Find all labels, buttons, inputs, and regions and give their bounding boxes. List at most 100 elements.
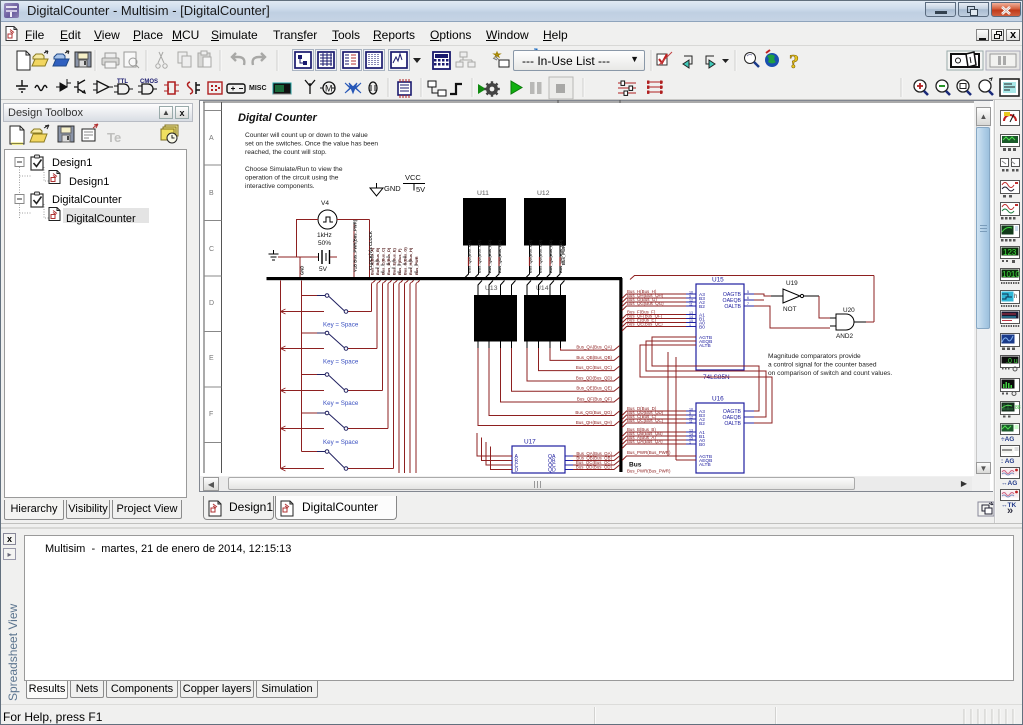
svg-text:Design1: Design1 xyxy=(52,157,92,169)
svg-text:h: h xyxy=(1014,294,1017,300)
svg-text:?: ? xyxy=(789,51,799,73)
svg-text:Bus_QE(Bus_QE): Bus_QE(Bus_QE) xyxy=(576,386,612,391)
svg-text:Bus_QA(Bus_QA): Bus_QA(Bus_QA) xyxy=(576,345,612,350)
svg-text:11: 11 xyxy=(689,419,693,423)
svg-text:U14: U14 xyxy=(536,285,549,292)
svg-text:V4: V4 xyxy=(321,200,329,207)
svg-text:Bus_QH(Bus_QH): Bus_QH(Bus_QH) xyxy=(576,420,613,425)
svg-text:1kHz: 1kHz xyxy=(317,232,332,239)
svg-text:Bus_QA(Bus_QA): Bus_QA(Bus_QA) xyxy=(627,439,663,444)
svg-text:50%: 50% xyxy=(318,240,331,247)
svg-text:Bus: Bus xyxy=(629,462,642,469)
svg-text:5V: 5V xyxy=(416,185,425,194)
svg-text:11: 11 xyxy=(689,302,693,306)
svg-text:C: C xyxy=(209,246,214,253)
svg-text:1010: 1010 xyxy=(1002,270,1020,279)
svg-text:on comparison of switch and co: on comparison of switch and count values… xyxy=(768,370,892,377)
svg-text:Bus_QD(Bus_QD): Bus_QD(Bus_QD) xyxy=(558,239,563,273)
svg-text:Bus_G(Bus_G): Bus_G(Bus_G) xyxy=(403,247,408,275)
svg-text:Bus_PWR(Bus_PWR): Bus_PWR(Bus_PWR) xyxy=(627,469,671,474)
svg-text:Counter will count up or down: Counter will count up or down to the val… xyxy=(245,132,368,139)
svg-text:Key = Space: Key = Space xyxy=(323,439,359,446)
svg-text:Key = Space: Key = Space xyxy=(323,322,359,329)
svg-text:V1B Bus_PWR(Bus_PWR): V1B Bus_PWR(Bus_PWR) xyxy=(353,219,358,272)
svg-text:Choose Simulate/Run to view th: Choose Simulate/Run to view the xyxy=(245,166,343,173)
svg-text:Bus_QD(Bus_QD): Bus_QD(Bus_QD) xyxy=(576,376,613,381)
svg-text:U15: U15 xyxy=(712,277,724,284)
svg-text:Bus_A(Bus_A): Bus_A(Bus_A) xyxy=(370,247,375,275)
svg-text:Bus_QE(Bus_QE): Bus_QE(Bus_QE) xyxy=(627,322,663,327)
svg-text:ALTB: ALTB xyxy=(699,343,711,349)
svg-text:Bus_QD(Bus_QD): Bus_QD(Bus_QD) xyxy=(548,239,553,273)
svg-text:operation of the circuit using: operation of the circuit using the xyxy=(245,175,339,182)
svg-text:U13: U13 xyxy=(485,285,498,292)
svg-text:B2: B2 xyxy=(699,304,705,310)
svg-text:÷AG: ÷AG xyxy=(1001,436,1014,443)
svg-text:AND2: AND2 xyxy=(836,333,853,340)
svg-text:Key = Space: Key = Space xyxy=(323,400,359,407)
svg-text:QD: QD xyxy=(548,468,556,474)
svg-text:Bus_QG(Bus_QG): Bus_QG(Bus_QG) xyxy=(627,301,664,306)
svg-text:5: 5 xyxy=(747,290,749,294)
svg-text:Bus_QC(Bus_QC): Bus_QC(Bus_QC) xyxy=(627,418,664,423)
svg-text:Digital Counter: Digital Counter xyxy=(238,112,318,124)
svg-text:U17: U17 xyxy=(524,439,536,446)
svg-text:Bus_QB(Bus_QB): Bus_QB(Bus_QB) xyxy=(576,355,612,360)
svg-text:reached, the count will stop.: reached, the count will stop. xyxy=(245,149,327,156)
svg-text:MISC: MISC xyxy=(249,85,267,92)
svg-text:DigitalCounter: DigitalCounter xyxy=(66,213,136,225)
svg-text:B2: B2 xyxy=(699,421,705,427)
svg-text:D: D xyxy=(209,300,214,307)
svg-text:Bus_QD(Bus_QD): Bus_QD(Bus_QD) xyxy=(528,239,533,273)
svg-text:U19: U19 xyxy=(786,280,798,287)
svg-text:DigitalCounter: DigitalCounter xyxy=(52,194,122,206)
svg-text:A: A xyxy=(209,135,214,142)
svg-text:OALTB: OALTB xyxy=(724,304,741,310)
svg-text:VCC: VCC xyxy=(405,173,421,182)
svg-text:B0: B0 xyxy=(699,324,705,330)
svg-text:1: 1 xyxy=(689,323,691,327)
svg-text:set on the switches. Once the: set on the switches. Once the value has … xyxy=(245,141,378,148)
svg-text:Bus_D(Bus_D): Bus_D(Bus_D) xyxy=(386,247,391,275)
svg-text:Bus_F(Bus_F): Bus_F(Bus_F) xyxy=(397,248,402,275)
svg-text:NOT: NOT xyxy=(783,306,797,313)
svg-text:↔AG: ↔AG xyxy=(1001,480,1017,487)
svg-text:ALTB: ALTB xyxy=(699,462,711,468)
svg-text:U11: U11 xyxy=(477,190,489,197)
svg-text:GND: GND xyxy=(300,266,305,275)
svg-text:Bus_QD(Bus_QD): Bus_QD(Bus_QD) xyxy=(576,465,613,470)
svg-text:Design1: Design1 xyxy=(69,176,109,188)
svg-text:Bus_C(Bus_C): Bus_C(Bus_C) xyxy=(381,247,386,275)
svg-text:U12: U12 xyxy=(537,190,550,197)
svg-text:U16: U16 xyxy=(712,396,724,403)
svg-text:88: 88 xyxy=(1015,405,1021,411)
svg-text:GND: GND xyxy=(384,184,401,193)
svg-text:B0: B0 xyxy=(699,442,705,448)
svg-text:U20: U20 xyxy=(843,307,855,314)
svg-text:»: » xyxy=(1007,505,1013,517)
svg-text:Bus_QD(Bus_QD): Bus_QD(Bus_QD) xyxy=(538,239,543,273)
svg-text:Bus_QF(Bus_QF): Bus_QF(Bus_QF) xyxy=(577,397,613,402)
svg-text:D: D xyxy=(515,468,519,474)
svg-text:a control signal for the count: a control signal for the counter based xyxy=(768,362,877,369)
svg-text:1: 1 xyxy=(689,440,691,444)
svg-text:OALTB: OALTB xyxy=(724,421,741,427)
svg-text:7: 7 xyxy=(747,302,749,306)
svg-text:: AG: : AG xyxy=(1001,458,1014,465)
svg-text:E: E xyxy=(209,355,214,362)
svg-text:interactive components.: interactive components. xyxy=(245,183,315,190)
svg-text:Bus_QC(Bus_QC): Bus_QC(Bus_QC) xyxy=(576,365,613,370)
svg-text:Bus_QD(Bus_QD): Bus_QD(Bus_QD) xyxy=(487,239,492,273)
svg-text:Bus_QG(Bus_QG): Bus_QG(Bus_QG) xyxy=(575,410,612,415)
svg-text:Bus_QD(Bus_QD): Bus_QD(Bus_QD) xyxy=(477,239,482,273)
svg-text:123: 123 xyxy=(1003,248,1017,257)
svg-text:M: M xyxy=(325,84,333,94)
svg-text:Bus_PWR(Bus_PWR): Bus_PWR(Bus_PWR) xyxy=(627,450,671,455)
svg-text:B: B xyxy=(209,190,214,197)
svg-text:5V: 5V xyxy=(319,266,328,273)
svg-text:Magnitude comparators provide: Magnitude comparators provide xyxy=(768,353,861,360)
svg-text:Bus_QD(Bus_QD): Bus_QD(Bus_QD) xyxy=(467,239,472,273)
svg-text:.0 u: .0 u xyxy=(1006,358,1018,365)
svg-text:F: F xyxy=(209,411,213,418)
svg-text:Bus_QD(Bus_QD): Bus_QD(Bus_QD) xyxy=(497,239,502,273)
